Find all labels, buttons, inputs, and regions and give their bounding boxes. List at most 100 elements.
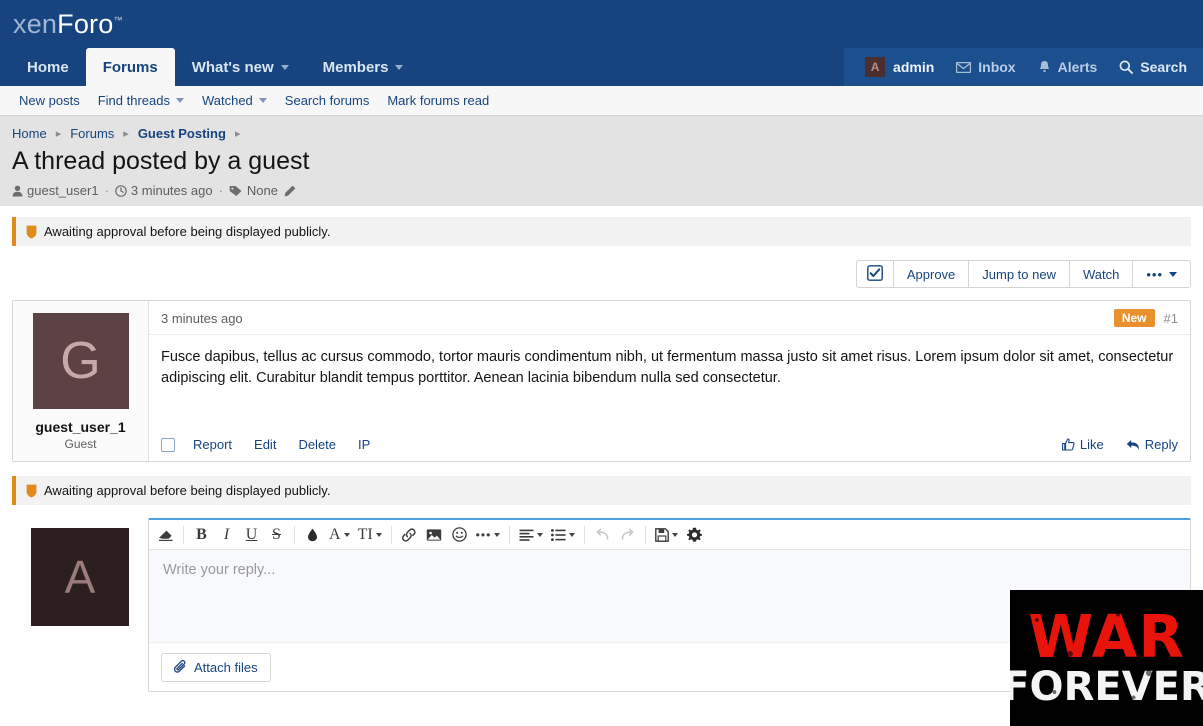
site-header: xenForo™	[0, 0, 1203, 48]
nav-tab-members[interactable]: Members	[306, 48, 421, 86]
reply-label: Reply	[1144, 437, 1178, 452]
post-footer: Report Edit Delete IP Like Reply	[149, 430, 1190, 461]
like-button[interactable]: Like	[1061, 437, 1104, 452]
editor-toolbar: B I U S A TI •••	[149, 520, 1190, 550]
post-footer-right: Like Reply	[1040, 437, 1178, 452]
main-navigation: Home Forums What's new Members A admin I…	[0, 48, 1203, 86]
watch-button[interactable]: Watch	[1068, 260, 1133, 288]
ip-link[interactable]: IP	[358, 437, 370, 452]
draft-icon[interactable]	[651, 522, 682, 548]
avatar[interactable]: G	[32, 313, 129, 409]
post-header-right: New #1	[1113, 309, 1178, 327]
breadcrumb-item-home[interactable]: Home	[12, 126, 47, 141]
underline-icon[interactable]: U	[239, 522, 264, 548]
post-article: G guest_user_1 Guest 3 minutes ago New #…	[12, 300, 1191, 462]
gear-icon[interactable]	[682, 522, 707, 548]
post-number[interactable]: #1	[1164, 311, 1178, 326]
account-username-menu[interactable]: A admin	[854, 57, 945, 77]
logo-text-first: xen	[13, 9, 58, 39]
site-logo[interactable]: xenForo™	[13, 9, 123, 40]
user-icon	[12, 185, 23, 197]
breadcrumb-separator-icon: ▸	[123, 128, 129, 140]
subnav-item-mark-forums-read[interactable]: Mark forums read	[378, 93, 498, 108]
nav-tab-whats-new[interactable]: What's new	[175, 48, 306, 86]
chevron-down-icon	[569, 532, 576, 537]
insert-image-icon[interactable]	[422, 522, 447, 548]
jump-to-new-button[interactable]: Jump to new	[968, 260, 1069, 288]
approve-label: Approve	[906, 266, 956, 282]
text-align-icon[interactable]	[515, 522, 547, 548]
list-icon[interactable]	[547, 522, 579, 548]
font-size-icon[interactable]: TI	[354, 522, 386, 548]
nav-tab-home-label: Home	[27, 58, 69, 76]
meta-separator: ·	[104, 183, 109, 198]
subnav-label: Find threads	[97, 93, 170, 108]
alerts-link[interactable]: Alerts	[1027, 59, 1109, 75]
search-icon	[1119, 60, 1134, 74]
attach-files-button[interactable]: Attach files	[161, 652, 271, 682]
edit-link[interactable]: Edit	[254, 437, 276, 452]
envelope-icon	[956, 61, 972, 73]
undo-icon[interactable]	[590, 522, 615, 548]
remove-formatting-icon[interactable]	[153, 522, 178, 548]
italic-icon[interactable]: I	[214, 522, 239, 548]
post-author-column: G guest_user_1 Guest	[13, 301, 149, 461]
redo-icon[interactable]	[615, 522, 640, 548]
more-options-icon[interactable]: •••	[472, 522, 505, 548]
ellipsis-icon: •••	[1146, 266, 1163, 282]
delete-link[interactable]: Delete	[298, 437, 336, 452]
post-time[interactable]: 3 minutes ago	[161, 311, 243, 326]
shield-icon	[26, 484, 37, 498]
reply-placeholder: Write your reply...	[163, 562, 276, 578]
toolbar-separator	[390, 525, 392, 544]
toolbar-separator	[645, 525, 647, 544]
thread-author[interactable]: guest_user1	[27, 183, 99, 198]
search-button[interactable]: Search	[1108, 59, 1189, 75]
meta-separator: ·	[218, 183, 223, 198]
text-color-icon[interactable]	[300, 522, 325, 548]
moderation-notice-text: Awaiting approval before being displayed…	[44, 483, 331, 498]
approve-button[interactable]: Approve	[892, 260, 969, 288]
inbox-link[interactable]: Inbox	[945, 59, 1026, 75]
edit-pencil-icon[interactable]	[284, 185, 296, 197]
toolbar-separator	[584, 525, 586, 544]
smilies-icon[interactable]	[447, 522, 472, 548]
reply-button[interactable]: Reply	[1126, 437, 1178, 452]
page-title: A thread posted by a guest	[12, 147, 310, 175]
paperclip-icon	[174, 660, 187, 674]
nav-tab-forums-label: Forums	[102, 58, 158, 76]
chevron-down-icon	[258, 98, 267, 103]
thread-tags[interactable]: None	[247, 183, 278, 198]
post-body: Fusce dapibus, tellus ac cursus commodo,…	[161, 349, 1174, 387]
clock-icon	[115, 184, 127, 197]
bold-icon[interactable]: B	[189, 522, 214, 548]
tag-icon	[229, 185, 243, 197]
report-link[interactable]: Report	[193, 437, 232, 452]
breadcrumb-item-guest-posting[interactable]: Guest Posting	[138, 126, 226, 141]
toolbar-separator	[294, 525, 295, 544]
strikethrough-icon[interactable]: S	[264, 522, 289, 548]
subnav-item-watched[interactable]: Watched	[193, 93, 276, 108]
subnav-label: Mark forums read	[387, 93, 490, 108]
more-options-button[interactable]: •••	[1132, 260, 1191, 288]
breadcrumb-item-forums[interactable]: Forums	[70, 126, 114, 141]
subnav-item-find-threads[interactable]: Find threads	[89, 93, 193, 108]
logo-trademark: ™	[113, 15, 123, 25]
shield-icon	[26, 225, 37, 239]
link-icon[interactable]	[397, 522, 422, 548]
nav-tab-home[interactable]: Home	[10, 48, 86, 86]
subnav-label: Watched	[201, 93, 253, 108]
post-author-title: Guest	[64, 437, 97, 451]
font-family-icon[interactable]: A	[325, 522, 354, 548]
post-select-checkbox[interactable]	[161, 437, 175, 452]
thread-meta: guest_user1 · 3 minutes ago · None	[12, 183, 1191, 198]
select-posts-button[interactable]	[855, 260, 893, 288]
post-author-username[interactable]: guest_user_1	[13, 419, 148, 435]
chevron-down-icon	[343, 532, 350, 537]
avatar[interactable]: A	[31, 528, 129, 626]
status-badge: New	[1113, 309, 1155, 327]
subnav-item-new-posts[interactable]: New posts	[10, 93, 89, 108]
chevron-down-icon	[672, 532, 679, 537]
nav-tab-forums[interactable]: Forums	[85, 48, 175, 86]
subnav-item-search-forums[interactable]: Search forums	[276, 93, 379, 108]
